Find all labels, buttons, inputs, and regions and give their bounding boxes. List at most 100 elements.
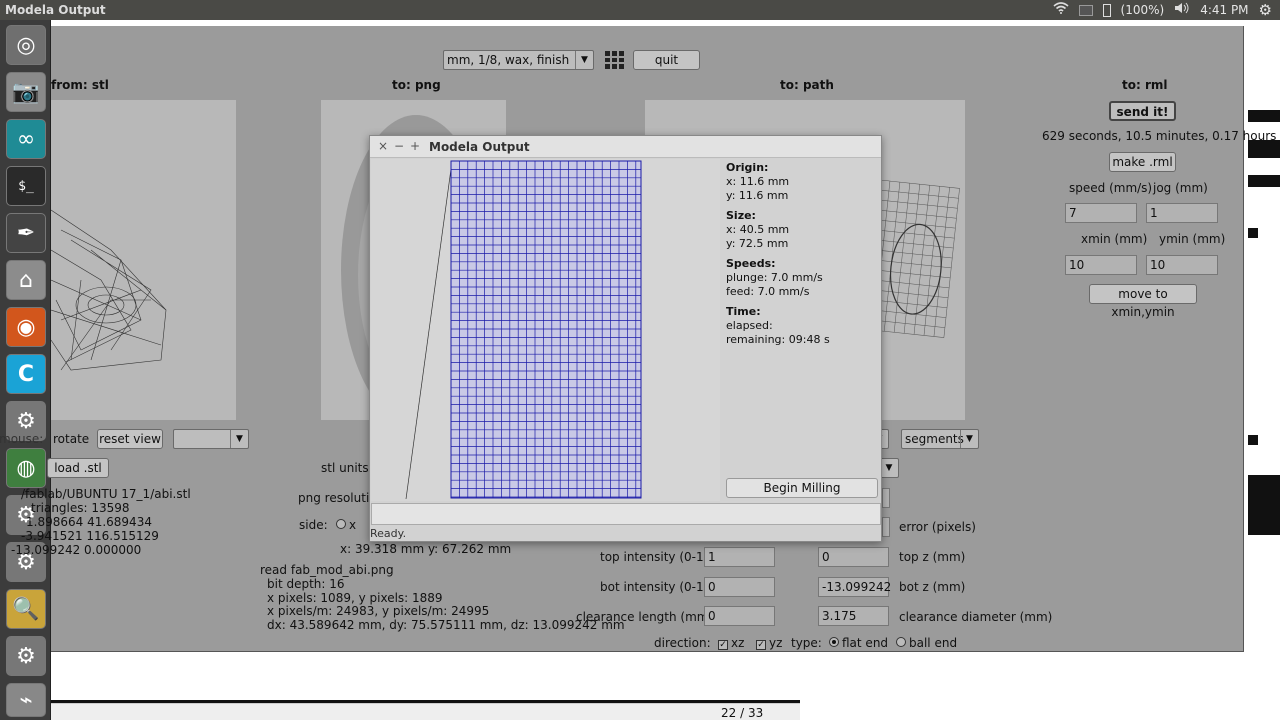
mouse-label: mouse: [0,432,44,446]
origin-y: y: 11.6 mm [726,189,789,202]
error-input[interactable] [882,517,890,537]
type-ball-end[interactable]: ball end [896,636,957,650]
ubuntu-icon[interactable]: ◎ [6,25,46,65]
chrome-icon[interactable]: ◍ [6,448,46,488]
top-intensity-label: top intensity (0-1) [600,550,709,564]
direction-xz-label: xz [731,636,745,650]
ball-end-radio[interactable] [896,637,906,647]
diameter-input[interactable] [882,488,890,508]
stl-triangles: triangles: 13598 [31,501,130,515]
bot-intensity-input[interactable]: 0 [704,577,775,597]
png-pixels-per-m: x pixels/m: 24983, y pixels/m: 24995 [267,604,490,618]
clock[interactable]: 4:41 PM [1200,0,1248,20]
flat-end-radio[interactable] [829,637,839,647]
speed-input[interactable]: 7 [1065,203,1137,223]
firefox-icon[interactable]: ◉ [6,307,46,347]
check-icon[interactable]: ✓ [756,640,766,650]
begin-milling-button[interactable]: Begin Milling [726,478,878,498]
header-to-png: to: png [392,78,441,92]
bot-intensity-label: bot intensity (0-1) [600,580,709,594]
terminal-icon[interactable]: $_ [6,166,46,206]
stl-bounds-x: 1.898664 41.689434 [26,515,152,529]
scanner-icon[interactable]: 🔍 [6,589,46,629]
keyboard-icon[interactable] [1078,4,1093,16]
material-select[interactable]: mm, 1/8, wax, finish ▼ [443,50,594,70]
dialog-titlebar[interactable]: × − + Modela Output [370,136,881,158]
size-title: Size: [726,209,756,222]
png-dims: dx: 43.589642 mm, dy: 75.575111 mm, dz: … [267,618,625,632]
battery-icon[interactable] [1102,3,1111,17]
speeds-title: Speeds: [726,257,776,270]
send-it-button[interactable]: send it! [1109,101,1176,121]
direction-xz[interactable]: ✓ xz [718,636,744,650]
type-flat-label: flat end [842,636,889,650]
direction-yz[interactable]: ✓ yz [756,636,782,650]
settings-icon-4[interactable]: ⚙ [6,636,46,676]
quit-button[interactable]: quit [633,50,700,70]
gear-icon[interactable]: ⚙ [1259,0,1272,20]
inkscape-icon[interactable]: ✒ [6,213,46,253]
grid-icon[interactable] [604,50,624,70]
png-bit-depth: bit depth: 16 [267,577,345,591]
error-label: error (pixels) [899,520,976,534]
stl-file-path: /fablab/UBUNTU 17_1/abi.stl [21,487,191,501]
top-z-input[interactable]: 0 [818,547,889,567]
xmin-label: xmin (mm) [1081,232,1148,246]
jog-label: jog (mm) [1153,181,1208,195]
path-mode-select[interactable]: ▼ [879,458,899,478]
feed-speed: feed: 7.0 mm/s [726,285,810,298]
load-stl-button[interactable]: load .stl [47,458,109,478]
make-rml-button[interactable]: make .rml [1109,152,1176,172]
bot-z-label: bot z (mm) [899,580,966,594]
clearance-diameter-input[interactable]: 3.175 [818,606,889,626]
side-label: side: [299,518,328,532]
ymin-input[interactable]: 10 [1146,255,1218,275]
stl-view[interactable] [51,100,236,420]
view-select[interactable]: ▼ [173,429,249,449]
jog-input[interactable]: 1 [1146,203,1218,223]
clearance-length-input[interactable]: 0 [704,606,775,626]
close-icon[interactable]: × [378,139,388,153]
side-option-x[interactable]: x [336,518,356,532]
camera-icon[interactable]: 📷 [6,72,46,112]
chevron-down-icon: ▼ [885,463,893,473]
usb-icon[interactable]: ⌁ [6,683,46,717]
direction-label: direction: [654,636,711,650]
check-icon[interactable]: ✓ [718,640,728,650]
time-title: Time: [726,305,761,318]
side-x-radio[interactable] [336,519,346,529]
status-text: Ready. [370,527,407,540]
page-counter: 22 / 33 [721,706,764,720]
maximize-icon[interactable]: + [410,139,420,153]
size-x: x: 40.5 mm [726,223,790,236]
png-read-file: read fab_mod_abi.png [260,563,394,577]
minimize-icon[interactable]: − [394,139,404,153]
size-y: y: 72.5 mm [726,237,789,250]
volume-icon[interactable] [1174,0,1190,20]
direction-yz-label: yz [769,636,783,650]
move-to-xmin-ymin-button[interactable]: move to xmin,ymin [1089,284,1197,319]
background-document: 22 / 33 [50,650,800,720]
dialog-info: Origin: x: 11.6 mm y: 11.6 mm Size: x: 4… [726,159,882,501]
wifi-icon[interactable] [1052,0,1069,20]
files-icon[interactable]: ⌂ [6,260,46,300]
origin-title: Origin: [726,161,769,174]
header-to-path: to: path [780,78,834,92]
arduino-icon[interactable]: ∞ [6,119,46,159]
battery-percent[interactable]: (100%) [1121,0,1165,20]
top-intensity-input[interactable]: 1 [704,547,775,567]
type-label: type: [791,636,822,650]
chevron-down-icon: ▼ [575,51,593,69]
type-flat-end[interactable]: flat end [829,636,888,650]
xmin-input[interactable]: 10 [1065,255,1137,275]
ymin-label: ymin (mm) [1159,232,1226,246]
header-from-stl: from: stl [51,78,109,92]
background-document-right [1244,20,1280,720]
reset-view-button[interactable]: reset view [97,429,163,449]
header-to-rml: to: rml [1122,78,1168,92]
segments-select[interactable]: segments ▼ [901,429,979,449]
bot-z-input[interactable]: -13.099242 [818,577,891,597]
cura-icon[interactable]: C [6,354,46,394]
clearance-length-label: clearance length (mm) [576,610,714,624]
png-pixels: x pixels: 1089, y pixels: 1889 [267,591,443,605]
